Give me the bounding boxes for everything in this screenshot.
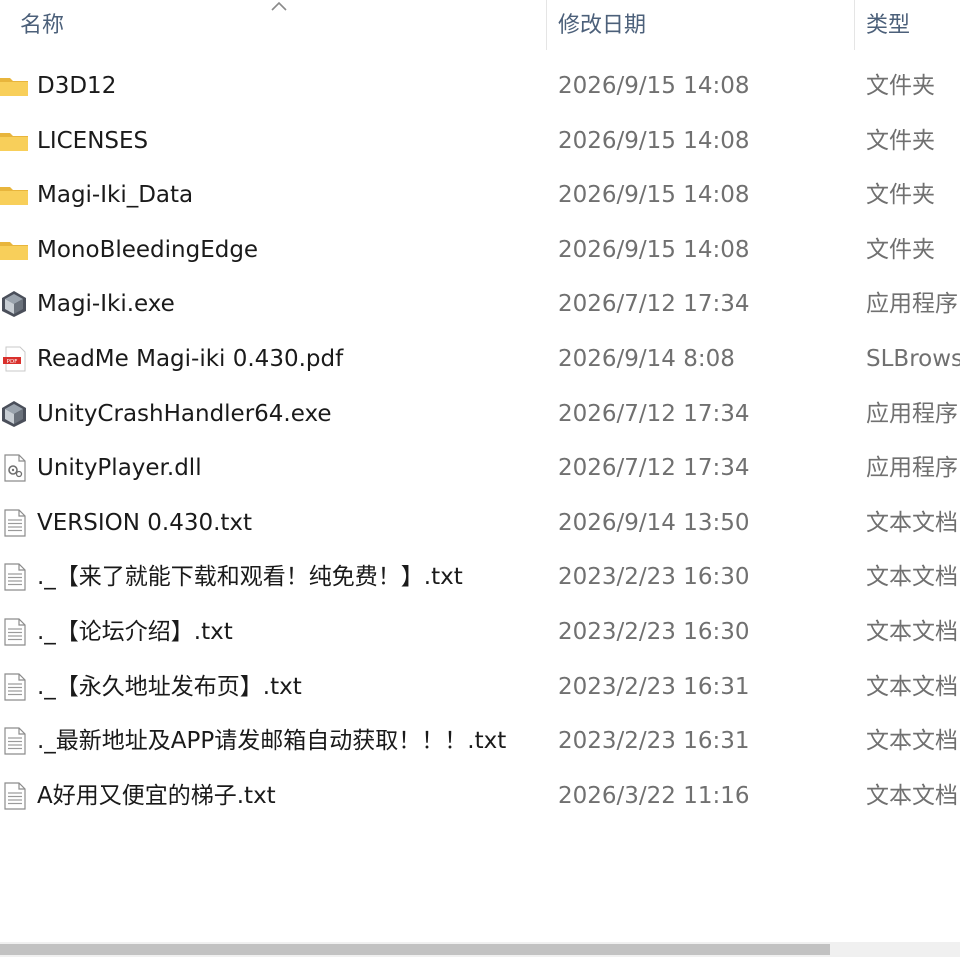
file-name[interactable]: ._【来了就能下载和观看！纯免费！】.txt	[37, 550, 463, 605]
chevron-up-icon	[271, 1, 287, 11]
file-date-modified: 2023/2/23 16:30	[558, 564, 750, 591]
file-explorer: 名称 修改日期 类型 D3D12 2026/9/15 14:08 文件夹 LICENS…	[0, 0, 960, 957]
column-header-name[interactable]: 名称	[20, 0, 64, 52]
file-row[interactable]: ._【论坛介绍】.txt 2023/2/23 16:30 文本文档	[0, 605, 960, 660]
file-row[interactable]: UnityCrashHandler64.exe 2026/7/12 17:34 应用…	[0, 387, 960, 442]
file-type: 应用程序	[866, 291, 958, 318]
file-type: 文本文档	[866, 728, 958, 755]
file-row[interactable]: UnityPlayer.dll 2026/7/12 17:34 应用程序	[0, 441, 960, 496]
folder-icon	[0, 127, 30, 155]
file-date-modified: 2026/9/15 14:08	[558, 182, 750, 209]
file-date-modified: 2026/9/14 8:08	[558, 345, 735, 372]
file-date-modified: 2026/9/15 14:08	[558, 127, 750, 154]
file-date-modified: 2026/9/15 14:08	[558, 236, 750, 263]
file-name[interactable]: ._最新地址及APP请发邮箱自动获取！！！.txt	[37, 714, 506, 769]
file-row[interactable]: Magi-Iki.exe 2026/7/12 17:34 应用程序	[0, 277, 960, 332]
file-name[interactable]: LICENSES	[37, 114, 148, 169]
column-divider[interactable]	[546, 0, 547, 50]
file-date-modified: 2026/9/15 14:08	[558, 73, 750, 99]
file-date-modified: 2026/3/22 11:16	[558, 782, 750, 809]
dll-file-icon	[0, 454, 30, 482]
file-name[interactable]: D3D12	[37, 59, 116, 114]
file-name[interactable]: A好用又便宜的梯子.txt	[37, 769, 276, 824]
file-date-modified: 2026/7/12 17:34	[558, 291, 750, 318]
file-type: 文件夹	[866, 236, 935, 263]
file-date-modified: 2023/2/23 16:30	[558, 618, 750, 645]
file-row[interactable]: VERSION 0.430.txt 2026/9/14 13:50 文本文档	[0, 496, 960, 551]
text-file-icon	[0, 509, 30, 537]
file-type: 文本文档	[866, 618, 958, 645]
file-date-modified: 2026/7/12 17:34	[558, 400, 750, 427]
text-file-icon	[0, 618, 30, 646]
file-row[interactable]: ._【来了就能下载和观看！纯免费！】.txt 2023/2/23 16:30 文本文…	[0, 550, 960, 605]
horizontal-scrollbar[interactable]	[0, 942, 960, 957]
text-file-icon	[0, 563, 30, 591]
column-header-date-modified[interactable]: 修改日期	[558, 0, 646, 52]
pdf-icon: PDF	[0, 345, 30, 373]
unity-app-icon	[0, 290, 30, 318]
file-type: 文本文档	[866, 782, 958, 809]
file-name[interactable]: Magi-Iki.exe	[37, 277, 175, 332]
file-name[interactable]: UnityCrashHandler64.exe	[37, 387, 332, 442]
file-row[interactable]: D3D12 2026/9/15 14:08 文件夹	[0, 59, 960, 114]
file-date-modified: 2026/7/12 17:34	[558, 455, 750, 482]
unity-app-icon	[0, 400, 30, 428]
file-list: D3D12 2026/9/15 14:08 文件夹 LICENSES 2026/9/15…	[0, 59, 960, 823]
file-type: 文本文档	[866, 509, 958, 536]
file-type: 文本文档	[866, 564, 958, 591]
file-row[interactable]: Magi-Iki_Data 2026/9/15 14:08 文件夹	[0, 168, 960, 223]
file-name[interactable]: Magi-Iki_Data	[37, 168, 193, 223]
text-file-icon	[0, 782, 30, 810]
folder-icon	[0, 236, 30, 264]
column-header: 名称 修改日期 类型	[0, 0, 960, 52]
file-row[interactable]: MonoBleedingEdge 2026/9/15 14:08 文件夹	[0, 223, 960, 278]
file-date-modified: 2023/2/23 16:31	[558, 728, 750, 755]
file-type: 文件夹	[866, 127, 935, 154]
file-type: 文件夹	[866, 182, 935, 209]
file-name[interactable]: ._【永久地址发布页】.txt	[37, 660, 302, 715]
file-name[interactable]: ._【论坛介绍】.txt	[37, 605, 233, 660]
file-row[interactable]: PDF ReadMe Magi-iki 0.430.pdf 2026/9/14 8:…	[0, 332, 960, 387]
file-type: SLBrowse	[866, 345, 960, 372]
file-date-modified: 2026/9/14 13:50	[558, 509, 750, 536]
file-type: 文本文档	[866, 673, 958, 700]
file-row[interactable]: LICENSES 2026/9/15 14:08 文件夹	[0, 114, 960, 169]
text-file-icon	[0, 672, 30, 701]
file-name[interactable]: MonoBleedingEdge	[37, 223, 258, 278]
file-name[interactable]: VERSION 0.430.txt	[37, 496, 252, 551]
folder-icon	[0, 72, 30, 100]
file-name[interactable]: UnityPlayer.dll	[37, 441, 202, 496]
column-header-type[interactable]: 类型	[866, 0, 910, 52]
text-file-icon	[0, 727, 30, 755]
file-date-modified: 2023/2/23 16:31	[558, 673, 750, 700]
file-type: 文件夹	[866, 73, 935, 99]
file-row[interactable]: A好用又便宜的梯子.txt 2026/3/22 11:16 文本文档	[0, 769, 960, 824]
file-name[interactable]: ReadMe Magi-iki 0.430.pdf	[37, 332, 343, 387]
file-type: 应用程序	[866, 400, 958, 427]
file-row[interactable]: ._【永久地址发布页】.txt 2023/2/23 16:31 文本文档	[0, 660, 960, 715]
svg-text:PDF: PDF	[7, 359, 18, 365]
scrollbar-thumb[interactable]	[0, 944, 830, 955]
file-type: 应用程序	[866, 455, 958, 482]
column-divider[interactable]	[854, 0, 855, 50]
file-row[interactable]: ._最新地址及APP请发邮箱自动获取！！！.txt 2023/2/23 16:31…	[0, 714, 960, 769]
folder-icon	[0, 181, 30, 209]
